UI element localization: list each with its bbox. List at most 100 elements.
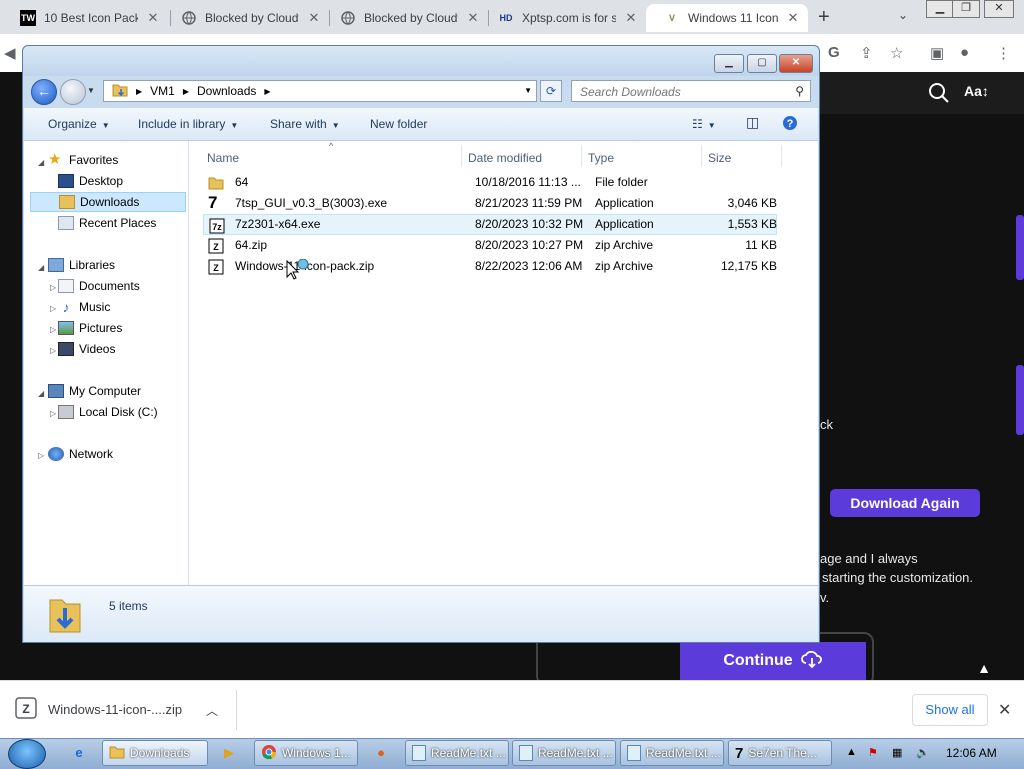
nav-music[interactable]: ♪ Music: [58, 297, 111, 317]
taskbar-button-chrome[interactable]: Windows 1...: [254, 740, 358, 766]
more-menu-icon[interactable]: ⋮: [996, 44, 1011, 62]
nav-local-disk[interactable]: Local Disk (C:): [58, 402, 158, 422]
address-bar[interactable]: ▶ VM1 ▶ Downloads ▶ ▼: [103, 80, 537, 102]
google-icon[interactable]: G: [828, 44, 840, 61]
chevron-up-icon[interactable]: ︿: [206, 702, 218, 719]
browser-tab-5-active[interactable]: V Windows 11 Icon ✕: [646, 4, 808, 32]
column-date-modified[interactable]: Date modified: [468, 151, 542, 165]
file-row[interactable]: 7z 7z2301-x64.exe 8/20/2023 10:32 PM App…: [203, 214, 777, 235]
nav-favorites[interactable]: ★ Favorites: [48, 150, 118, 170]
search-box[interactable]: ⚲: [571, 80, 811, 102]
tray-arrow-icon[interactable]: ▲: [846, 746, 857, 758]
include-in-library-menu[interactable]: Include in library ▼: [138, 117, 238, 131]
new-tab-button[interactable]: +: [818, 6, 830, 29]
forward-button[interactable]: [60, 79, 86, 105]
file-row[interactable]: 7 7tsp_GUI_v0.3_B(3003).exe 8/21/2023 11…: [203, 193, 777, 214]
arrow-left-icon[interactable]: ◀: [4, 44, 16, 62]
column-separator[interactable]: [701, 145, 702, 167]
view-options-icon[interactable]: ☷ ▼: [692, 117, 716, 131]
action-center-icon[interactable]: ⚑: [868, 746, 878, 759]
column-size[interactable]: Size: [708, 151, 731, 165]
show-all-button[interactable]: Show all: [912, 694, 988, 726]
browser-tab-2[interactable]: Blocked by Cloudf ✕: [163, 4, 329, 32]
file-row[interactable]: Z 64.zip 8/20/2023 10:27 PM zip Archive …: [203, 235, 777, 256]
collapse-arrow-icon[interactable]: ◢: [38, 389, 44, 398]
search-input[interactable]: [578, 82, 782, 102]
taskbar-clock[interactable]: 12:06 AM: [946, 746, 997, 760]
profile-avatar-icon[interactable]: ●: [960, 44, 969, 61]
explorer-maximize-button[interactable]: ▢: [747, 54, 777, 73]
breadcrumb-downloads[interactable]: Downloads: [197, 84, 256, 98]
breadcrumb-arrow[interactable]: ▶: [183, 87, 189, 96]
taskbar-button-downloads[interactable]: Downloads: [102, 740, 208, 766]
nav-documents[interactable]: Documents: [58, 276, 140, 296]
column-separator[interactable]: [461, 145, 462, 167]
close-icon[interactable]: ✕: [786, 10, 800, 26]
taskbar-button-readme-2[interactable]: ReadMe.txt ...: [512, 740, 616, 766]
explorer-minimize-button[interactable]: ▁: [714, 54, 744, 73]
back-button[interactable]: ←: [31, 79, 57, 105]
nav-videos[interactable]: Videos: [58, 339, 115, 359]
side-panel-icon[interactable]: ▣: [930, 44, 944, 62]
nav-pictures[interactable]: Pictures: [58, 318, 122, 338]
collapse-arrow-icon[interactable]: ◢: [38, 158, 44, 167]
download-item[interactable]: Z Windows-11-icon-....zip: [14, 696, 182, 723]
windows-start-icon[interactable]: [8, 739, 46, 769]
taskbar-button-readme-3[interactable]: ReadMe.txt ...: [620, 740, 724, 766]
help-icon[interactable]: ?: [782, 115, 798, 134]
breadcrumb-arrow[interactable]: ▶: [136, 87, 142, 96]
nav-desktop[interactable]: Desktop: [58, 171, 123, 191]
address-dropdown-icon[interactable]: ▼: [524, 86, 532, 95]
search-icon[interactable]: [928, 82, 950, 104]
bookmark-star-icon[interactable]: ☆: [890, 44, 903, 62]
expand-arrow-icon[interactable]: ▷: [50, 325, 56, 334]
nav-libraries[interactable]: Libraries: [48, 255, 115, 275]
expand-arrow-icon[interactable]: ▷: [50, 409, 56, 418]
organize-menu[interactable]: Organize ▼: [48, 117, 110, 131]
refresh-button[interactable]: ⟳: [540, 80, 562, 102]
explorer-close-button[interactable]: ✕: [779, 54, 813, 73]
nav-my-computer[interactable]: My Computer: [48, 381, 141, 401]
chevron-down-icon[interactable]: ⌄: [898, 8, 908, 22]
browser-tab-4[interactable]: HD Xptsp.com is for sa ✕: [480, 4, 646, 32]
column-name[interactable]: Name: [207, 151, 239, 165]
nav-recent-places[interactable]: Recent Places: [58, 213, 156, 233]
column-separator[interactable]: [581, 145, 582, 167]
close-icon[interactable]: ✕: [307, 10, 321, 26]
volume-muted-icon[interactable]: 🔈: [916, 746, 930, 759]
expand-arrow-icon[interactable]: ▷: [50, 346, 56, 355]
download-again-button[interactable]: Download Again: [830, 489, 980, 517]
breadcrumb-vm1[interactable]: VM1: [150, 84, 175, 98]
search-icon[interactable]: ⚲: [795, 84, 804, 98]
expand-arrow-icon[interactable]: ▷: [38, 451, 44, 460]
firefox-icon[interactable]: ●: [370, 742, 392, 764]
file-row[interactable]: 64 10/18/2016 11:13 ... File folder: [203, 172, 777, 193]
browser-tab-3[interactable]: Blocked by Cloudf ✕: [322, 4, 488, 32]
internet-explorer-icon[interactable]: e: [68, 742, 90, 764]
expand-arrow-icon[interactable]: ▷: [50, 283, 56, 292]
taskbar-button-se7en[interactable]: 7 Se7en The...: [728, 740, 832, 766]
preview-pane-icon[interactable]: ◫: [746, 114, 759, 131]
nav-network[interactable]: Network: [48, 444, 113, 464]
close-icon[interactable]: ✕: [998, 700, 1011, 720]
restore-button[interactable]: ❐: [952, 0, 980, 18]
chevron-up-icon[interactable]: ▲: [970, 654, 998, 682]
expand-arrow-icon[interactable]: ▷: [50, 304, 56, 313]
column-type[interactable]: Type: [588, 151, 614, 165]
explorer-title-bar[interactable]: [23, 46, 819, 76]
media-player-icon[interactable]: ▶: [218, 742, 240, 764]
close-icon[interactable]: ✕: [624, 10, 638, 26]
share-with-menu[interactable]: Share with ▼: [270, 117, 340, 131]
collapse-arrow-icon[interactable]: ◢: [38, 263, 44, 272]
taskbar-button-readme-1[interactable]: ReadMe.txt ...: [405, 740, 509, 766]
browser-tab-1[interactable]: TW 10 Best Icon Packs ✕: [2, 4, 168, 32]
continue-button[interactable]: Continue: [680, 642, 866, 680]
close-icon[interactable]: ✕: [146, 10, 160, 26]
recent-pages-dropdown[interactable]: ▼: [87, 86, 95, 95]
share-icon[interactable]: ⇪: [860, 44, 873, 62]
close-window-button[interactable]: ✕: [984, 0, 1014, 18]
network-tray-icon[interactable]: ▦: [892, 746, 902, 759]
minimize-button[interactable]: ▁: [926, 0, 954, 18]
new-folder-button[interactable]: New folder: [370, 117, 427, 131]
close-icon[interactable]: ✕: [466, 10, 480, 26]
